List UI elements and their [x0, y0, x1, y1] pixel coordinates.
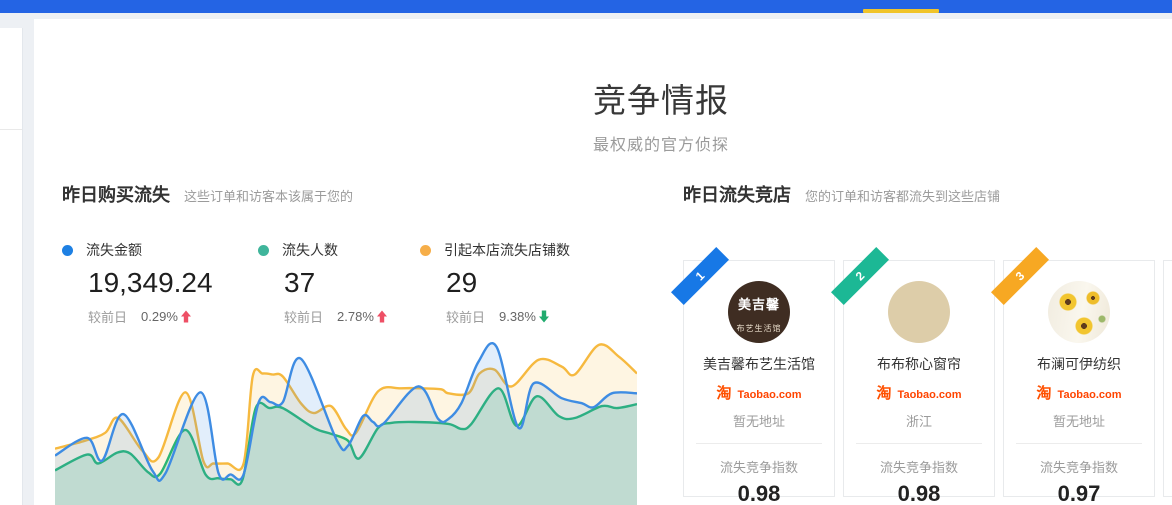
rank-number: 3 [1013, 269, 1028, 284]
hero-header: 竞争情报 最权威的官方侦探 [150, 74, 1172, 155]
compare-label: 较前日 [446, 307, 485, 326]
shop-name[interactable]: 布布称心窗帘 [844, 354, 994, 374]
compare-label: 较前日 [284, 307, 323, 326]
avatar-text: 美吉馨 [728, 294, 790, 313]
rank-ribbon: 1 [671, 247, 729, 305]
rank-number: 1 [693, 269, 708, 284]
competitor-loss-header: 昨日流失竞店 您的订单和访客都流失到这些店铺 [683, 181, 1000, 207]
loss-trend-chart[interactable] [55, 332, 637, 505]
legend-dot-icon [420, 245, 431, 256]
loss-index-label: 流失竞争指数 [684, 457, 834, 476]
metric-value: 29 [446, 267, 570, 299]
metric-label: 引起本店流失店铺数 [444, 240, 570, 260]
shop-avatar [1048, 281, 1110, 343]
shop-name[interactable]: 美吉馨布艺生活馆 [684, 354, 834, 374]
top-navbar [0, 0, 1172, 13]
metric-loss-shops: 引起本店流失店铺数 29 较前日 9.38% [420, 240, 570, 326]
section-title: 昨日流失竞店 [683, 181, 791, 207]
card-divider [696, 443, 822, 444]
loss-index-value: 0.97 [1004, 481, 1154, 505]
platform-label: Taobao.com [738, 389, 802, 401]
shop-avatar [888, 281, 950, 343]
collapsed-sidebar[interactable] [0, 28, 23, 505]
page-subtitle: 最权威的官方侦探 [150, 131, 1172, 155]
section-subtitle: 这些订单和访客本该属于您的 [184, 186, 353, 205]
platform-row: 淘 Taobao.com [1004, 382, 1154, 403]
change-percent: 2.78% [337, 309, 374, 324]
rank-ribbon: 3 [991, 247, 1049, 305]
taobao-icon: 淘 [716, 385, 731, 402]
change-arrow-icon [376, 310, 388, 323]
legend-dot-icon [258, 245, 269, 256]
purchase-loss-header: 昨日购买流失 这些订单和访客本该属于您的 [62, 181, 353, 207]
compare-label: 较前日 [88, 307, 127, 326]
taobao-icon: 淘 [876, 385, 891, 402]
taobao-icon: 淘 [1036, 385, 1051, 402]
change-percent: 9.38% [499, 309, 536, 324]
metric-label: 流失人数 [282, 240, 338, 260]
shop-address: 浙江 [844, 411, 994, 430]
loss-index-label: 流失竞争指数 [1004, 457, 1154, 476]
change-arrow-icon [538, 310, 550, 323]
platform-row: 淘 Taobao.com [684, 382, 834, 403]
card-divider [856, 443, 982, 444]
loss-index-label: 流失竞争指数 [844, 457, 994, 476]
loss-index-value: 0.98 [844, 481, 994, 505]
platform-label: Taobao.com [1058, 389, 1122, 401]
metric-loss-people: 流失人数 37 较前日 2.78% [258, 240, 388, 326]
metric-value: 19,349.24 [88, 267, 213, 299]
section-subtitle: 您的订单和访客都流失到这些店铺 [805, 186, 1000, 205]
loss-index-value: 0.98 [684, 481, 834, 505]
change-percent: 0.29% [141, 309, 178, 324]
shop-card[interactable]: 1 美吉馨 布艺生活馆 美吉馨布艺生活馆 淘 Taobao.com 暂无地址 流… [683, 260, 835, 497]
section-title: 昨日购买流失 [62, 181, 170, 207]
rank-ribbon: 2 [831, 247, 889, 305]
rank-number: 2 [853, 269, 868, 284]
legend-dot-icon [62, 245, 73, 256]
page-title: 竞争情报 [150, 74, 1172, 122]
shop-card-partial [1163, 260, 1172, 497]
chrome-strip [0, 13, 1172, 19]
card-divider [1016, 443, 1142, 444]
shop-address: 暂无地址 [1004, 411, 1154, 430]
shop-avatar: 美吉馨 布艺生活馆 [728, 281, 790, 343]
competitive-intelligence-page: 竞争情报 最权威的官方侦探 昨日购买流失 这些订单和访客本该属于您的 流失金额 … [0, 0, 1172, 505]
sidebar-divider [0, 129, 22, 130]
competitor-card-list: 1 美吉馨 布艺生活馆 美吉馨布艺生活馆 淘 Taobao.com 暂无地址 流… [683, 260, 1172, 497]
platform-row: 淘 Taobao.com [844, 382, 994, 403]
metric-label: 流失金额 [86, 240, 142, 260]
shop-address: 暂无地址 [684, 411, 834, 430]
metric-value: 37 [284, 267, 388, 299]
change-arrow-icon [180, 310, 192, 323]
metric-loss-amount: 流失金额 19,349.24 较前日 0.29% [62, 240, 213, 326]
shop-name[interactable]: 布澜可伊纺织 [1004, 354, 1154, 374]
platform-label: Taobao.com [898, 389, 962, 401]
avatar-text: 布艺生活馆 [728, 323, 790, 334]
shop-card[interactable]: 2 布布称心窗帘 淘 Taobao.com 浙江 流失竞争指数 0.98 [843, 260, 995, 497]
trend-chart-canvas [55, 332, 637, 505]
shop-card[interactable]: 3 布澜可伊纺织 淘 Taobao.com 暂无地址 流失竞争指数 0.97 [1003, 260, 1155, 497]
